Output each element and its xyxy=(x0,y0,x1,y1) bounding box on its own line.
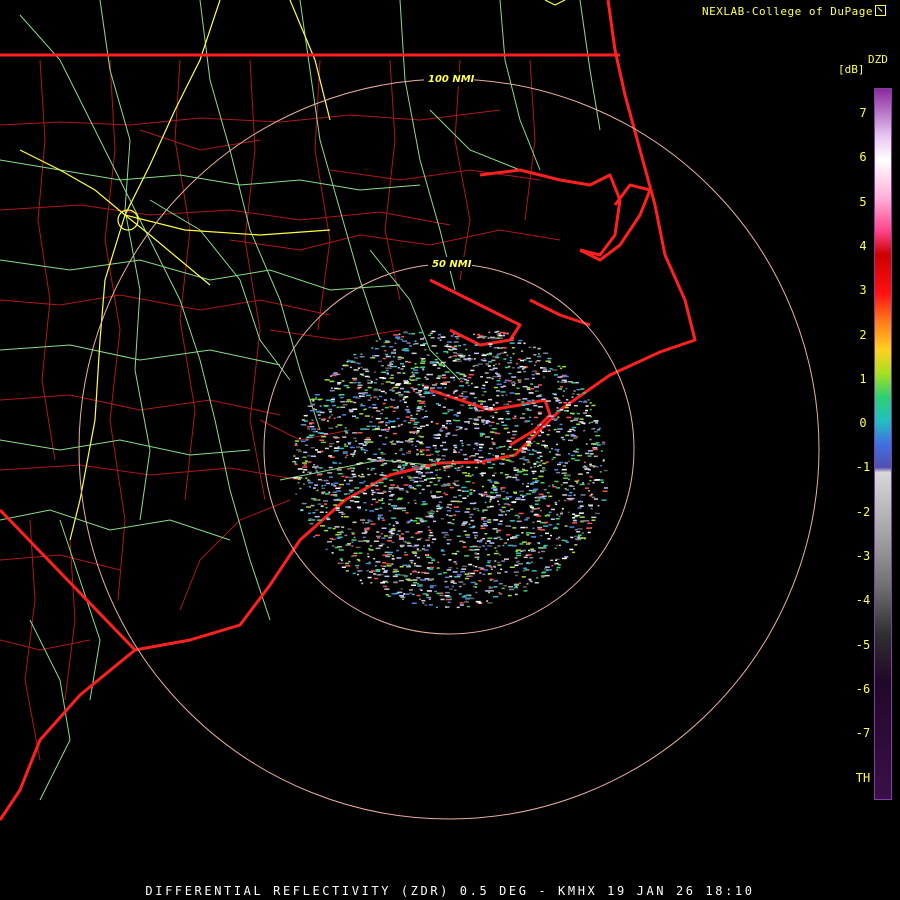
colorbar-tick: 6 xyxy=(859,150,867,165)
colorbar-tick: 2 xyxy=(859,327,867,342)
colorbar-tick: 7 xyxy=(859,106,867,120)
colorbar-tick: TH xyxy=(855,770,871,785)
credit-label: NEXLAB-College of DuPage xyxy=(702,5,886,18)
radar-map: 100 NMI 50 NMI xyxy=(0,0,900,900)
colorbar-tick: -3 xyxy=(855,549,871,563)
colorbar-tick: -5 xyxy=(855,637,871,652)
product-title: DIFFERENTIAL REFLECTIVITY (ZDR) 0.5 DEG … xyxy=(145,884,755,898)
colorbar-tick: -2 xyxy=(855,504,871,519)
colorbar-tick: 0 xyxy=(859,416,867,431)
colorbar xyxy=(874,88,892,800)
colorbar-tick: -4 xyxy=(855,593,871,608)
colorbar-tick: -1 xyxy=(855,460,871,475)
external-link-icon xyxy=(875,5,886,16)
colorbar-tick: -7 xyxy=(855,726,871,741)
product-code: DZD xyxy=(868,53,888,66)
units-label: [dB] xyxy=(838,63,865,76)
colorbar-tick: 4 xyxy=(859,238,867,253)
colorbar-tick: 5 xyxy=(859,194,867,209)
range-ring-label-100: 100 NMI xyxy=(428,74,475,85)
colorbar-tick: -6 xyxy=(855,681,871,696)
range-ring-label-50: 50 NMI xyxy=(432,259,472,270)
colorbar-tick: 3 xyxy=(859,283,867,298)
colorbar-tick: 1 xyxy=(859,371,867,386)
